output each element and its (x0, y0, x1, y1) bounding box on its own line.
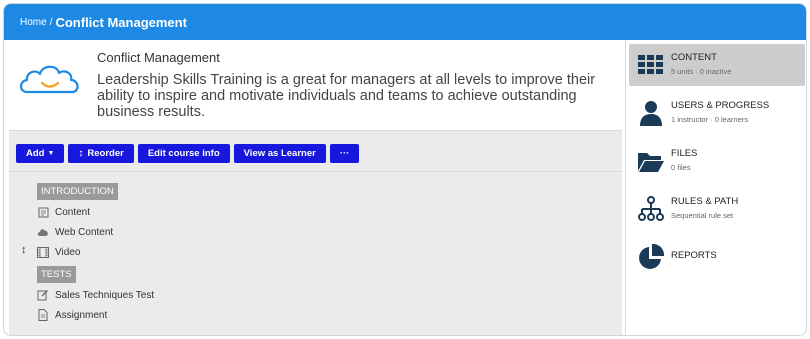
sidebar-files-subtitle: 0 files (671, 163, 691, 172)
course-description: Leadership Skills Training is a great fo… (97, 72, 596, 120)
sidebar-item-reports[interactable]: REPORTS (629, 236, 805, 278)
app-window: Home / Conflict Management Conflict Mana… (3, 3, 807, 336)
unit-label: Assignment (55, 309, 108, 321)
sidebar-users-subtitle: 1 instructor · 0 learners (671, 115, 749, 124)
breadcrumb-separator: / (49, 16, 53, 28)
user-icon (640, 101, 662, 126)
toolbar-divider (9, 171, 622, 172)
video-film-icon (37, 246, 49, 258)
sidebar-rules-title: RULES & PATH (671, 196, 739, 207)
unit-item-web-content[interactable]: Web Content (37, 224, 113, 240)
sidebar-divider (625, 40, 626, 335)
reorder-button-label: Reorder (87, 148, 124, 159)
add-button-label: Add (26, 148, 45, 159)
sidebar-content-subtitle: 5 units · 0 inactive (671, 67, 732, 76)
course-title: Conflict Management (97, 50, 220, 65)
view-as-learner-button[interactable]: View as Learner (233, 144, 326, 163)
unit-item-assignment[interactable]: Assignment (37, 307, 107, 323)
grid-icon (638, 55, 663, 74)
unit-label: Content (55, 206, 91, 218)
course-sidebar: CONTENT 5 units · 0 inactive USERS & PRO… (627, 40, 806, 335)
edit-course-info-button[interactable]: Edit course info (137, 144, 230, 163)
unit-label: Sales Techniques Test (55, 289, 155, 301)
sidebar-item-rules-path[interactable]: RULES & PATH Sequential rule set (629, 188, 805, 230)
more-options-label: ··· (339, 148, 350, 159)
breadcrumb-home-link[interactable]: Home (20, 17, 47, 28)
section-tests: TESTS (37, 266, 76, 283)
sidebar-content-title: CONTENT (671, 52, 717, 63)
assignment-doc-icon (37, 309, 49, 321)
sidebar-item-users-progress[interactable]: USERS & PROGRESS 1 instructor · 0 learne… (629, 92, 805, 134)
unit-item-content[interactable]: Content (37, 204, 90, 220)
sidebar-reports-title: REPORTS (671, 250, 717, 261)
content-doc-icon (37, 206, 49, 218)
sidebar-rules-subtitle: Sequential rule set (671, 211, 734, 220)
caret-down-icon: ▼ (47, 150, 55, 157)
reorder-arrows-icon: ↕ (78, 148, 84, 159)
sidebar-files-title: FILES (671, 148, 698, 159)
add-button[interactable]: Add ▼ (16, 144, 65, 163)
reorder-button[interactable]: ↕ Reorder (68, 144, 134, 163)
course-main: Conflict Management Leadership Skills Tr… (4, 40, 622, 335)
sidebar-users-title: USERS & PROGRESS (671, 100, 770, 111)
view-as-learner-label: View as Learner (243, 148, 316, 159)
course-logo-icon (19, 65, 79, 94)
hierarchy-icon (638, 196, 664, 221)
unit-item-video[interactable]: Video (37, 244, 80, 260)
content-panel: Add ▼ ↕ Reorder Edit course info View as… (9, 130, 622, 335)
more-options-button[interactable]: ··· (329, 144, 360, 163)
course-toolbar: Add ▼ ↕ Reorder Edit course info View as… (16, 144, 360, 163)
breadcrumb-current: Conflict Management (55, 14, 187, 30)
unit-label: Web Content (55, 226, 114, 238)
section-introduction: INTRODUCTION (37, 183, 118, 200)
drag-handle-icon[interactable]: ↕ (21, 244, 27, 256)
pie-chart-icon (639, 243, 665, 269)
unit-item-sales-test[interactable]: Sales Techniques Test (37, 287, 154, 303)
header-bar: Home / Conflict Management (4, 4, 806, 40)
sidebar-item-content[interactable]: CONTENT 5 units · 0 inactive (629, 44, 805, 86)
sidebar-item-files[interactable]: FILES 0 files (629, 140, 805, 182)
unit-label: Video (55, 246, 81, 258)
edit-course-info-label: Edit course info (147, 148, 220, 159)
folder-open-icon (638, 153, 664, 172)
cloud-icon (37, 226, 49, 238)
edit-test-icon (37, 289, 49, 301)
